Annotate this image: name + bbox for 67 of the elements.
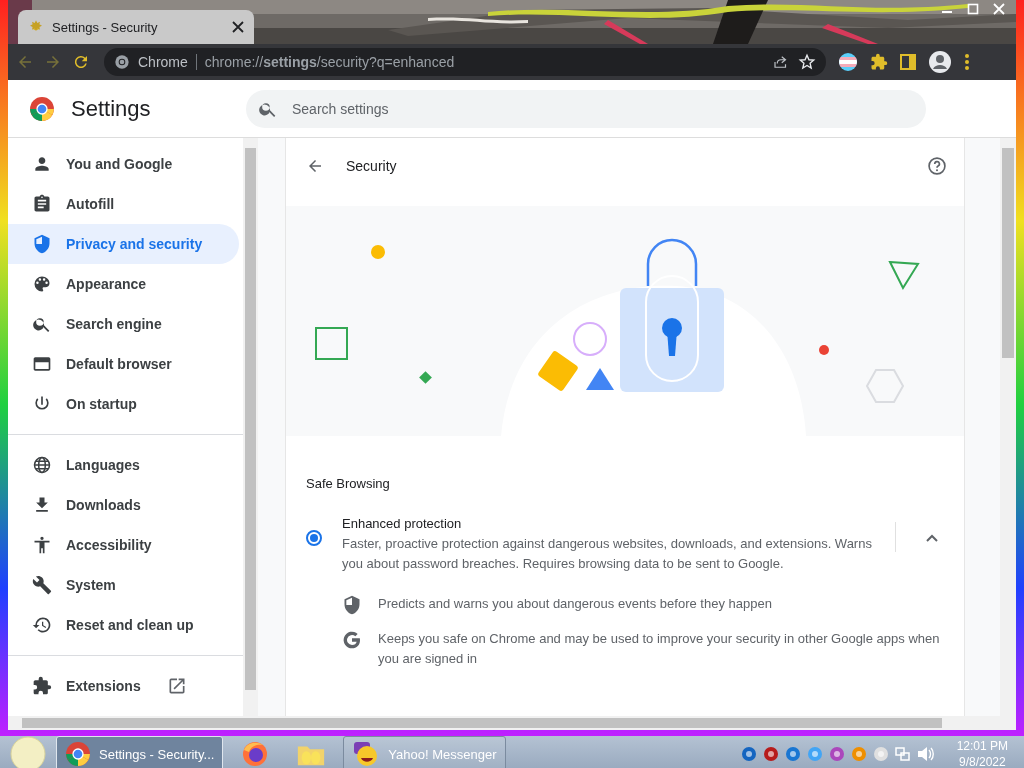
radio-button[interactable] [306, 530, 322, 546]
feature-text: Predicts and warns you about dangerous events before they happen [378, 595, 772, 613]
start-button[interactable] [8, 736, 48, 768]
firefox-icon [241, 740, 270, 768]
close-icon[interactable] [232, 21, 244, 33]
sidebar-item[interactable]: Accessibility [8, 525, 239, 565]
palette-icon [32, 274, 52, 294]
scrollbar[interactable] [243, 138, 258, 716]
profile-avatar-icon[interactable] [928, 50, 952, 74]
sidebar-item[interactable]: On startup [8, 384, 239, 424]
chrome-icon [65, 741, 91, 767]
sidebar-item[interactable]: Privacy and security [8, 224, 239, 264]
section-heading: Safe Browsing [305, 475, 391, 493]
sidebar-item[interactable]: Autofill [8, 184, 239, 224]
scrollbar[interactable] [8, 716, 1016, 730]
clipboard-icon [32, 194, 52, 214]
tray-icon[interactable] [872, 746, 889, 762]
taskbar-button[interactable]: Settings - Security... [56, 736, 224, 768]
settings-title: Settings [71, 95, 152, 122]
tray-icon[interactable] [762, 746, 779, 762]
feature-text: Keeps you safe on Chrome and may be used to improve your security in other Google apps when you are signed in [378, 630, 941, 668]
sidebar-item[interactable]: Reset and clean up [8, 605, 239, 645]
google-g-icon [342, 630, 362, 650]
menu-icon[interactable] [964, 53, 970, 71]
accessibility-icon [32, 535, 52, 555]
browser-window-icon [32, 354, 52, 374]
scrollbar[interactable] [1000, 138, 1016, 716]
option-title: Enhanced protection [342, 515, 463, 533]
sidebar-item[interactable]: Default browser [8, 344, 239, 384]
tray-icon[interactable] [828, 746, 845, 762]
sidebar-item[interactable]: Languages [8, 445, 239, 485]
speaker-icon[interactable] [916, 746, 935, 762]
clock-date: 9/8/2022 [957, 754, 1007, 768]
help-icon[interactable] [927, 156, 947, 176]
browser-tab[interactable]: Settings - Security [18, 10, 254, 44]
side-panel-icon[interactable] [900, 54, 916, 70]
search-field[interactable]: Search settings [246, 89, 926, 128]
forward-arrow-icon[interactable] [44, 53, 62, 71]
chrome-icon [114, 54, 130, 70]
tray-icon[interactable] [740, 746, 757, 762]
shield-icon [342, 595, 362, 615]
puzzle-icon [32, 676, 52, 696]
sidebar-item[interactable]: Downloads [8, 485, 239, 525]
address-bar[interactable]: Chrome chrome://settings/security?q=enhanced [104, 48, 826, 76]
shield-icon [32, 234, 52, 254]
url-text: chrome://settings/security?q=enhanced [204, 54, 456, 70]
striped-extension-icon[interactable] [838, 52, 858, 72]
tray-icon[interactable] [806, 746, 823, 762]
page-title: Security [346, 158, 398, 174]
network-icon[interactable] [894, 746, 911, 762]
history-icon [32, 615, 52, 635]
star-icon[interactable] [798, 53, 816, 71]
sidebar-item[interactable]: Search engine [8, 304, 239, 344]
chrome-logo-icon [29, 95, 55, 122]
reload-icon[interactable] [72, 53, 90, 71]
maximize-icon[interactable] [967, 3, 979, 15]
puzzle-icon[interactable] [870, 53, 888, 71]
sidebar-item[interactable]: Extensions [8, 666, 239, 706]
globe-icon [32, 455, 52, 475]
sidebar-item[interactable]: You and Google [8, 144, 239, 184]
tray-icon[interactable] [784, 746, 801, 762]
option-description: Faster, proactive protection against dangerous websites, downloads, and extensions. Warns you about password breaches. Requires browsing data to be sent to Google. [342, 535, 873, 573]
site-label: Chrome [138, 54, 188, 70]
sidebar-item[interactable]: System [8, 565, 239, 605]
sidebar-item[interactable]: Appearance [8, 264, 239, 304]
wrench-icon [32, 575, 52, 595]
clock-time: 12:01 PM [956, 738, 1008, 754]
